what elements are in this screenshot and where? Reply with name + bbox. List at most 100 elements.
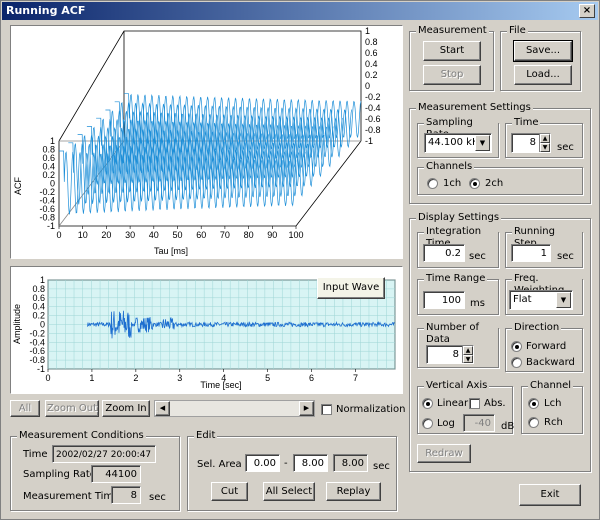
wave-x-tick-label: 2 — [133, 373, 138, 383]
acf-z-ticks-left: 10.80.60.40.20-0.2-0.4-0.6-0.8-1 — [39, 136, 55, 231]
acf-x-tick-label: 100 — [288, 230, 303, 240]
acf-x-tick-label: 90 — [267, 230, 277, 240]
label-1ch: 1ch — [443, 178, 462, 189]
chevron-down-icon[interactable]: ▼ — [475, 135, 490, 151]
sel-start-field[interactable]: 0.00 — [245, 454, 280, 472]
radio-1ch[interactable] — [427, 178, 438, 189]
zoom-out-button[interactable]: Zoom Out — [45, 400, 99, 417]
mc-measurement-time-label: Measurement Time — [23, 491, 120, 502]
start-button[interactable]: Start — [423, 41, 481, 61]
radio-rch[interactable] — [528, 417, 539, 428]
radio-forward[interactable] — [511, 341, 522, 352]
number-of-data-spinner[interactable]: ▲ ▼ — [462, 346, 473, 363]
file-title: File — [507, 25, 528, 37]
wave-x-tick-label: 1 — [89, 373, 94, 383]
freq-weighting-select[interactable]: Flat ▼ — [509, 290, 573, 310]
abs-checkbox[interactable] — [469, 398, 480, 409]
load-button[interactable]: Load... — [514, 65, 572, 85]
label-abs: Abs. — [484, 398, 506, 409]
time-range-field[interactable]: 100 — [423, 291, 465, 309]
vertical-axis-title: Vertical Axis — [424, 380, 490, 392]
acf-x-tick-label: 60 — [196, 230, 206, 240]
acf-z-tick-label: 1 — [365, 26, 370, 36]
spin-down-icon[interactable]: ▼ — [540, 143, 550, 152]
input-wave-legend-label: Input Wave — [322, 282, 380, 293]
sel-end-field[interactable]: 8.00 — [293, 454, 328, 472]
label-forward: Forward — [526, 341, 567, 352]
exit-button[interactable]: Exit — [519, 484, 581, 506]
redraw-button[interactable]: Redraw — [417, 444, 471, 463]
all-button[interactable]: All — [10, 400, 40, 417]
acf-x-tick-label: 50 — [172, 230, 182, 240]
close-icon[interactable]: × — [579, 4, 595, 18]
acf-z-tick-label: 0 — [365, 81, 370, 91]
acf-x-tick-label: 30 — [125, 230, 135, 240]
radio-2ch[interactable] — [469, 178, 480, 189]
acf-xlabel: Tau [ms] — [154, 246, 188, 256]
spin-down-icon[interactable]: ▼ — [463, 354, 473, 363]
scroll-left-icon[interactable]: ◀ — [155, 401, 170, 416]
log-unit: dB — [501, 421, 515, 432]
acf-x-tick-label: 40 — [149, 230, 159, 240]
acf-x-tick-label: 20 — [101, 230, 111, 240]
mc-measurement-time-unit: sec — [149, 492, 166, 503]
number-of-data-title: Number of Data — [424, 322, 498, 346]
acf-zlabel: ACF — [13, 176, 23, 195]
sel-length-value: 8.00 — [333, 454, 368, 472]
all-select-button[interactable]: All Select — [263, 482, 315, 501]
label-linear: Linear — [437, 398, 469, 409]
scroll-right-icon[interactable]: ▶ — [299, 401, 314, 416]
acf-plot-panel: 0 10 20 30 40 50 60 70 80 90 100 1 0.8 0.6 0.4 0.2 0 -0.… — [10, 25, 403, 259]
radio-linear[interactable] — [422, 398, 433, 409]
label-2ch: 2ch — [485, 178, 504, 189]
wave-x-tick-label: 7 — [353, 373, 358, 383]
normalization-label: Normalization — [336, 404, 406, 415]
replay-button[interactable]: Replay — [326, 482, 381, 501]
zoom-in-button[interactable]: Zoom In — [102, 400, 150, 417]
sel-area-label: Sel. Area — [197, 459, 242, 470]
stop-button[interactable]: Stop — [423, 65, 481, 85]
channels-title: Channels — [424, 161, 475, 173]
wave-ylabel: Amplitude — [12, 304, 22, 344]
mc-sampling-rate-value: 44100 — [91, 465, 141, 483]
radio-log[interactable] — [422, 418, 433, 429]
mc-time-label: Time — [23, 449, 48, 460]
radio-backward[interactable] — [511, 357, 522, 368]
sampling-rate-select[interactable]: 44.100 kHz ▼ — [424, 133, 492, 153]
acf-z-tick-label: 0.6 — [365, 48, 378, 58]
title-bar: Running ACF × — [2, 2, 598, 20]
label-rch: Rch — [544, 417, 563, 428]
time-range-title: Time Range — [424, 273, 488, 285]
mc-time-value: 2002/02/27 20:00:47 — [52, 445, 156, 463]
mc-sampling-rate-label: Sampling Rate — [23, 469, 96, 480]
spin-up-icon[interactable]: ▲ — [463, 346, 473, 355]
acf-plot: 0 10 20 30 40 50 60 70 80 90 100 10.80.60.40.20-0.… — [13, 26, 381, 256]
wave-x-tick-label: 3 — [177, 373, 182, 383]
cut-button[interactable]: Cut — [211, 482, 248, 501]
wave-y-ticks: 10.80.60.40.20-0.2-0.4-0.6-0.8-1 — [29, 275, 45, 374]
spin-up-icon[interactable]: ▲ — [540, 134, 550, 143]
acf-x-tick-label: 10 — [78, 230, 88, 240]
time-field[interactable]: 8 ▲ ▼ — [511, 133, 551, 153]
measurement-conditions-title: Measurement Conditions — [17, 430, 146, 442]
acf-z-tick-label: 0.4 — [365, 59, 378, 69]
acf-x-ticks: 0 10 20 30 40 50 60 70 80 90 100 — [56, 226, 304, 240]
time-value: 8 — [529, 137, 536, 148]
acf-waterfall-lines — [59, 93, 362, 215]
measurement-settings-title: Measurement Settings — [416, 102, 533, 114]
number-of-data-field[interactable]: 8 ▲ ▼ — [426, 345, 474, 364]
running-step-unit: sec — [557, 251, 574, 262]
radio-lch[interactable] — [528, 398, 539, 409]
running-step-field[interactable]: 1 — [511, 244, 551, 262]
acf-z-tick-label: 0.2 — [365, 70, 378, 80]
chevron-down-icon[interactable]: ▼ — [556, 292, 571, 308]
direction-title: Direction — [512, 322, 562, 334]
time-spinner[interactable]: ▲ ▼ — [539, 134, 550, 152]
normalization-checkbox[interactable] — [321, 404, 332, 415]
horizontal-scrollbar[interactable]: ◀ ▶ — [154, 400, 315, 417]
acf-x-tick-label: 0 — [56, 230, 61, 240]
acf-z-tick-label: -1 — [365, 136, 373, 146]
integration-time-field[interactable]: 0.2 — [423, 244, 465, 262]
save-button[interactable]: Save... — [513, 40, 573, 62]
label-lch: Lch — [544, 398, 562, 409]
